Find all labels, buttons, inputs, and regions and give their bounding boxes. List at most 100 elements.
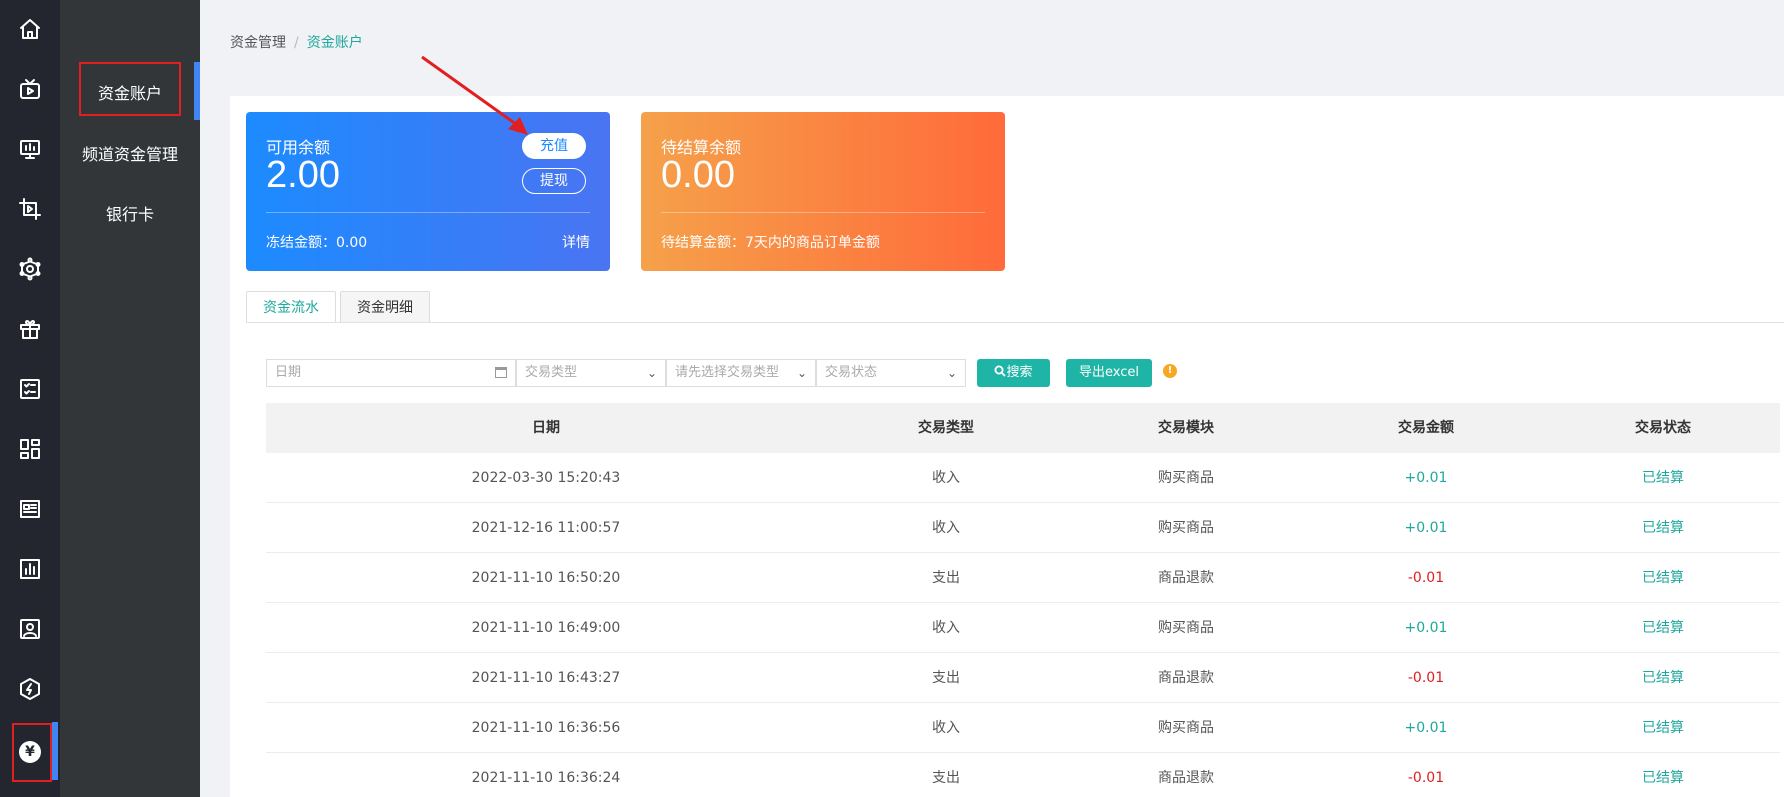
cell-type: 支出 (932, 770, 960, 786)
cell-module: 购买商品 (1158, 520, 1214, 536)
pending-balance-amount: 0.00 (661, 154, 735, 196)
cell-type: 收入 (932, 620, 960, 636)
cell-module: 购买商品 (1158, 720, 1214, 736)
hexagon-bolt-icon[interactable] (0, 667, 60, 711)
crop-video-icon[interactable] (0, 187, 60, 231)
breadcrumb: 资金管理 / 资金账户 (230, 32, 363, 52)
cell-date: 2021-12-16 11:00:57 (471, 520, 621, 536)
pending-balance-card: 待结算余额 0.00 待结算金额：7天内的商品订单金额 (641, 112, 1005, 271)
cell-amount: +0.01 (1404, 470, 1448, 486)
tv-icon[interactable] (0, 67, 60, 111)
table-row: 2021-11-10 16:43:27 支出 商品退款 -0.01 已结算 (266, 653, 1780, 703)
withdraw-button[interactable]: 提现 (522, 168, 586, 194)
submenu-item-channel-fund-management[interactable]: 频道资金管理 (60, 141, 200, 165)
transaction-subtype-select[interactable]: 请先选择交易类型 ⌄ (666, 359, 816, 387)
news-icon[interactable] (0, 487, 60, 531)
user-card-icon[interactable] (0, 607, 60, 651)
header-status: 交易状态 (1635, 420, 1691, 436)
cell-type: 收入 (932, 720, 960, 736)
cell-type: 收入 (932, 520, 960, 536)
transactions-table: 日期 交易类型 交易模块 交易金额 交易状态 2022-03-30 15:20:… (266, 403, 1780, 797)
cell-date: 2022-03-30 15:20:43 (471, 470, 621, 486)
calendar-icon (495, 367, 507, 378)
header-module: 交易模块 (1158, 420, 1214, 436)
available-balance-amount: 2.00 (266, 154, 340, 196)
annotation-arrow (421, 55, 528, 135)
breadcrumb-current: 资金账户 (306, 35, 363, 51)
header-date: 日期 (532, 420, 560, 436)
gift-icon[interactable] (0, 307, 60, 351)
cell-status: 已结算 (1642, 570, 1684, 586)
annotation-highlight-box (79, 62, 181, 116)
transaction-type-select[interactable]: 交易类型 ⌄ (516, 359, 666, 387)
dashboard-icon[interactable] (0, 427, 60, 471)
cell-module: 商品退款 (1158, 770, 1214, 786)
network-icon[interactable] (0, 247, 60, 291)
breadcrumb-parent[interactable]: 资金管理 (230, 35, 286, 51)
rail-active-indicator (52, 722, 58, 780)
chevron-down-icon: ⌄ (646, 366, 657, 380)
search-icon (994, 365, 1007, 377)
table-header: 日期 交易类型 交易模块 交易金额 交易状态 (266, 403, 1780, 453)
table-row: 2021-11-10 16:49:00 收入 购买商品 +0.01 已结算 (266, 603, 1780, 653)
cell-module: 购买商品 (1158, 470, 1214, 486)
cell-module: 购买商品 (1158, 620, 1214, 636)
monitor-chart-icon[interactable] (0, 127, 60, 171)
card-divider (661, 212, 985, 213)
header-amount: 交易金额 (1398, 420, 1454, 436)
cell-date: 2021-11-10 16:36:24 (471, 770, 621, 786)
cell-type: 支出 (932, 570, 960, 586)
header-type: 交易类型 (918, 420, 974, 436)
table-row: 2022-03-30 15:20:43 收入 购买商品 +0.01 已结算 (266, 453, 1780, 503)
home-icon[interactable] (0, 7, 60, 51)
cell-date: 2021-11-10 16:50:20 (471, 570, 621, 586)
table-row: 2021-12-16 11:00:57 收入 购买商品 +0.01 已结算 (266, 503, 1780, 553)
cell-amount: +0.01 (1404, 620, 1448, 636)
submenu-item-bank-card[interactable]: 银行卡 (60, 201, 200, 225)
table-row: 2021-11-10 16:36:24 支出 商品退款 -0.01 已结算 (266, 753, 1780, 797)
cell-amount: +0.01 (1404, 520, 1448, 536)
table-row: 2021-11-10 16:36:56 收入 购买商品 +0.01 已结算 (266, 703, 1780, 753)
detail-link[interactable]: 详情 (562, 232, 590, 252)
cell-module: 商品退款 (1158, 670, 1214, 686)
search-label: 搜索 (1006, 365, 1033, 380)
transaction-status-placeholder: 交易状态 (825, 365, 878, 380)
tab-fund-detail[interactable]: 资金明细 (340, 291, 430, 323)
breadcrumb-separator: / (294, 35, 299, 51)
frozen-amount: 冻结金额：0.00 (266, 235, 368, 251)
cell-status: 已结算 (1642, 520, 1684, 536)
transaction-subtype-placeholder: 请先选择交易类型 (675, 365, 780, 380)
tab-fund-flow[interactable]: 资金流水 (246, 291, 336, 323)
cell-status: 已结算 (1642, 720, 1684, 736)
cell-date: 2021-11-10 16:49:00 (471, 620, 621, 636)
icon-rail: ¥ (0, 0, 60, 797)
tab-underline (246, 322, 1784, 323)
cell-amount: -0.01 (1407, 570, 1445, 586)
pending-note: 待结算金额：7天内的商品订单金额 (661, 235, 880, 251)
annotation-highlight-box (12, 723, 52, 782)
bar-chart-icon[interactable] (0, 547, 60, 591)
warning-icon[interactable]: ! (1163, 364, 1177, 378)
cell-module: 商品退款 (1158, 570, 1214, 586)
chevron-down-icon: ⌄ (946, 366, 957, 380)
transaction-type-placeholder: 交易类型 (525, 365, 578, 380)
export-excel-button[interactable]: 导出excel (1066, 359, 1152, 387)
cell-date: 2021-11-10 16:43:27 (471, 670, 621, 686)
cell-type: 支出 (932, 670, 960, 686)
date-picker[interactable]: 日期 (266, 359, 516, 387)
cell-amount: +0.01 (1404, 720, 1448, 736)
submenu: 资金账户 频道资金管理 银行卡 (60, 0, 200, 797)
cell-amount: -0.01 (1407, 670, 1445, 686)
cell-date: 2021-11-10 16:36:56 (471, 720, 621, 736)
cell-status: 已结算 (1642, 770, 1684, 786)
cell-type: 收入 (932, 470, 960, 486)
card-divider (266, 212, 590, 213)
chevron-down-icon: ⌄ (796, 366, 807, 380)
table-row: 2021-11-10 16:50:20 支出 商品退款 -0.01 已结算 (266, 553, 1780, 603)
transaction-status-select[interactable]: 交易状态 ⌄ (816, 359, 966, 387)
search-button[interactable]: 搜索 (977, 359, 1050, 387)
checklist-icon[interactable] (0, 367, 60, 411)
cell-status: 已结算 (1642, 470, 1684, 486)
cell-amount: -0.01 (1407, 770, 1445, 786)
cell-status: 已结算 (1642, 670, 1684, 686)
